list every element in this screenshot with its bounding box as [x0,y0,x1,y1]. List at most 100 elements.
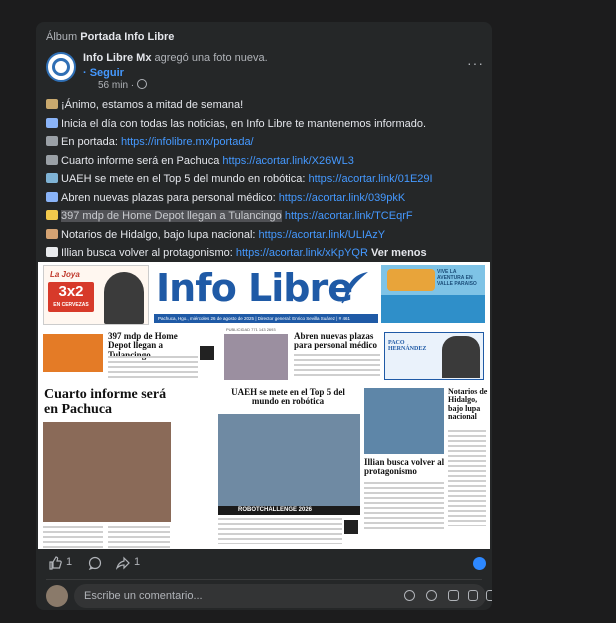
robot-banner-text: ROBOTCHALLENGE 2026 [238,507,313,513]
newspaper-icon [46,136,58,146]
author-name[interactable]: Info Libre Mx [83,52,151,64]
illian-text [364,482,444,530]
post-line-text: ¡Ánimo, estamos a mitad de semana! [61,99,244,111]
page-avatar[interactable] [46,52,76,82]
album-label: Álbum Portada Info Libre [46,31,174,43]
headline-plazas: Abren nuevas plazas para personal médico [294,331,377,351]
ad-left-person-image [104,272,144,324]
globe-icon [136,79,147,89]
columnist-name: PACO HERNÁNDEZ [388,340,427,353]
comment-input[interactable]: Escribe un comentario... [74,584,492,608]
comment-placeholder: Escribe un comentario... [84,590,203,602]
home-depot-text [108,356,198,378]
post-action: agregó una foto nueva. [154,52,268,64]
qr-code [200,346,214,360]
headline-illian: Illian busca volver al protagonismo [364,457,445,477]
ad-left-promo-text: 3x2 [58,283,84,300]
ad-left-promo: 3x2 EN CERVEZAS [48,282,94,312]
post-line-text: UAEH se mete en el Top 5 del mundo en ro… [61,173,309,185]
pen-icon [46,117,58,128]
post-menu-button[interactable]: ··· [467,55,484,71]
post-line-text: En portada: [61,136,121,148]
post-line: 397 mdp de Home Depot llegan a Tulancing… [46,207,486,226]
post-line-link[interactable]: https://acortar.link/TCEqrF [285,210,413,222]
uaeh-text [218,518,342,544]
post-line-text: Abren nuevas plazas para personal médico… [61,191,279,204]
post-line: Notarios de Hidalgo, bajo lupa nacional:… [46,226,486,245]
hospital-icon [46,191,58,202]
headline-informe: Cuarto informe será en Pachuca [44,387,167,417]
ad-right: VIVE LA AVENTURA EN VALLE PARAISO [381,265,485,323]
ad-right-text: VIVE LA AVENTURA EN VALLE PARAISO [437,269,477,287]
avatar-sticker-icon[interactable] [404,590,415,601]
columnist-photo [442,336,480,378]
post-line-text: Illian busca volver al protagonismo: [61,247,236,259]
post-line-link[interactable]: https://acortar.link/01E29I [308,173,432,185]
gif-icon[interactable] [468,590,478,601]
post-time-label: 56 min · [98,80,137,91]
home-depot-photo [43,334,103,372]
headline-notarios: Notarios de Hidalgo, bajo lupa nacional [448,387,488,422]
scroll-icon [46,228,58,239]
headline-uaeh: UAEH se mete en el Top 5 del mundo en ro… [231,387,345,407]
ad-left-small: EN CERVEZAS [53,302,89,308]
informe-text-2 [108,526,170,548]
post-line-text: 397 mdp de Home Depot llegan a Tulancing… [61,210,282,222]
microphone-icon [46,154,58,165]
megaphone-icon [46,99,58,109]
user-avatar[interactable] [46,585,68,607]
see-less-button[interactable]: Ver menos [371,247,427,259]
post-line: Illian busca volver al protagonismo: htt… [46,244,486,263]
post-time[interactable]: 56 min · [98,79,147,91]
post-line: Abren nuevas plazas para personal médico… [46,189,486,208]
post-header: Info Libre Mx agregó una foto nueva. [83,52,268,64]
feather-icon [341,272,368,304]
like-reaction-badge-icon[interactable] [473,557,486,570]
post-image-newspaper[interactable]: La Joya 3x2 EN CERVEZAS Info Libre Pachuc… [38,262,490,549]
comment-icon[interactable] [88,556,102,570]
album-prefix: Álbum [46,31,78,43]
robotics-photo [218,414,360,506]
post-line-text: Cuarto informe será en Pachuca [61,154,223,167]
post-card: Álbum Portada Info Libre Info Libre Mx a… [36,22,492,610]
sticker-icon[interactable] [486,590,492,601]
post-text: ¡Ánimo, estamos a mitad de semana! Inicia… [46,96,486,263]
notarios-text [448,430,486,526]
post-line: UAEH se mete en el Top 5 del mundo en ro… [46,170,486,189]
plazas-text [294,354,380,376]
informe-text-1 [43,526,103,548]
divider [46,579,482,580]
camera-icon[interactable] [448,590,459,601]
informe-photo [43,422,171,522]
illian-photo [364,388,444,454]
post-line-link[interactable]: https://infolibre.mx/portada/ [121,136,254,148]
qr-code-2 [344,520,358,534]
newspaper-body: 397 mdp de Home Depot llegan a Tulancing… [38,326,490,549]
like-icon[interactable] [48,556,62,570]
post-line-text: Inicia el día con todas las noticias, en… [61,117,427,130]
album-name[interactable]: Portada Info Libre [80,31,174,43]
school-icon [46,173,58,183]
ad-left-brand: La Joya [50,270,80,279]
post-line: Cuarto informe será en Pachuca https://a… [46,152,486,171]
post-line-link[interactable]: https://acortar.link/ULIAzY [259,229,386,241]
post-line-link[interactable]: https://acortar.link/X26WL3 [222,155,353,167]
ad-right-pool-image [381,295,485,323]
newspaper-logo: Info Libre [156,266,353,310]
post-line: ¡Ánimo, estamos a mitad de semana! [46,96,486,115]
post-line-link[interactable]: https://acortar.link/xKpYQR [236,247,368,259]
sparkles-icon [46,210,58,220]
share-icon[interactable] [116,556,130,570]
post-line: Inicia el día con todas las noticias, en… [46,115,486,134]
soccer-ball-icon [46,247,58,257]
dateline: Pachuca, Hgo., miércoles 26 de agosto de… [154,314,378,323]
share-count: 1 [134,556,141,568]
follow-button[interactable]: · Seguir [83,67,124,79]
emoji-icon[interactable] [426,590,437,601]
post-line: En portada: https://infolibre.mx/portada… [46,133,486,152]
like-count: 1 [66,556,73,568]
post-line-link[interactable]: https://acortar.link/039pkK [279,192,406,204]
woman-photo [224,334,288,380]
ad-right-logo [387,269,435,291]
ad-left: La Joya 3x2 EN CERVEZAS [43,265,149,325]
